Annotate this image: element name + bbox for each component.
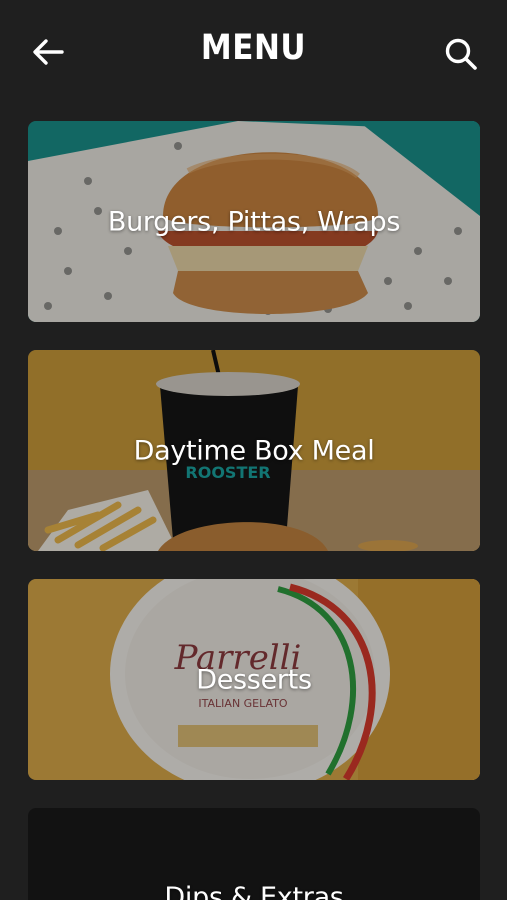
category-card-desserts[interactable]: Parrelli ITALIAN GELATO Desserts xyxy=(28,579,480,780)
header: MENU xyxy=(0,0,507,108)
category-card-dips-extras[interactable]: Dips & Extras xyxy=(28,808,480,900)
category-label: Desserts xyxy=(196,664,312,695)
search-icon xyxy=(445,38,477,70)
category-card-burgers[interactable]: Burgers, Pittas, Wraps xyxy=(28,121,480,322)
category-label: Burgers, Pittas, Wraps xyxy=(107,206,401,237)
category-label: Daytime Box Meal xyxy=(133,435,375,466)
page-title: MENU xyxy=(200,27,307,69)
menu-screen: MENU Burgers, Pittas, Wraps ROOSTER Dayt… xyxy=(0,0,507,900)
category-card-daytime-box-meal[interactable]: ROOSTER Daytime Box Meal xyxy=(28,350,480,551)
category-label: Dips & Extras xyxy=(164,882,344,900)
search-button[interactable] xyxy=(441,34,481,74)
